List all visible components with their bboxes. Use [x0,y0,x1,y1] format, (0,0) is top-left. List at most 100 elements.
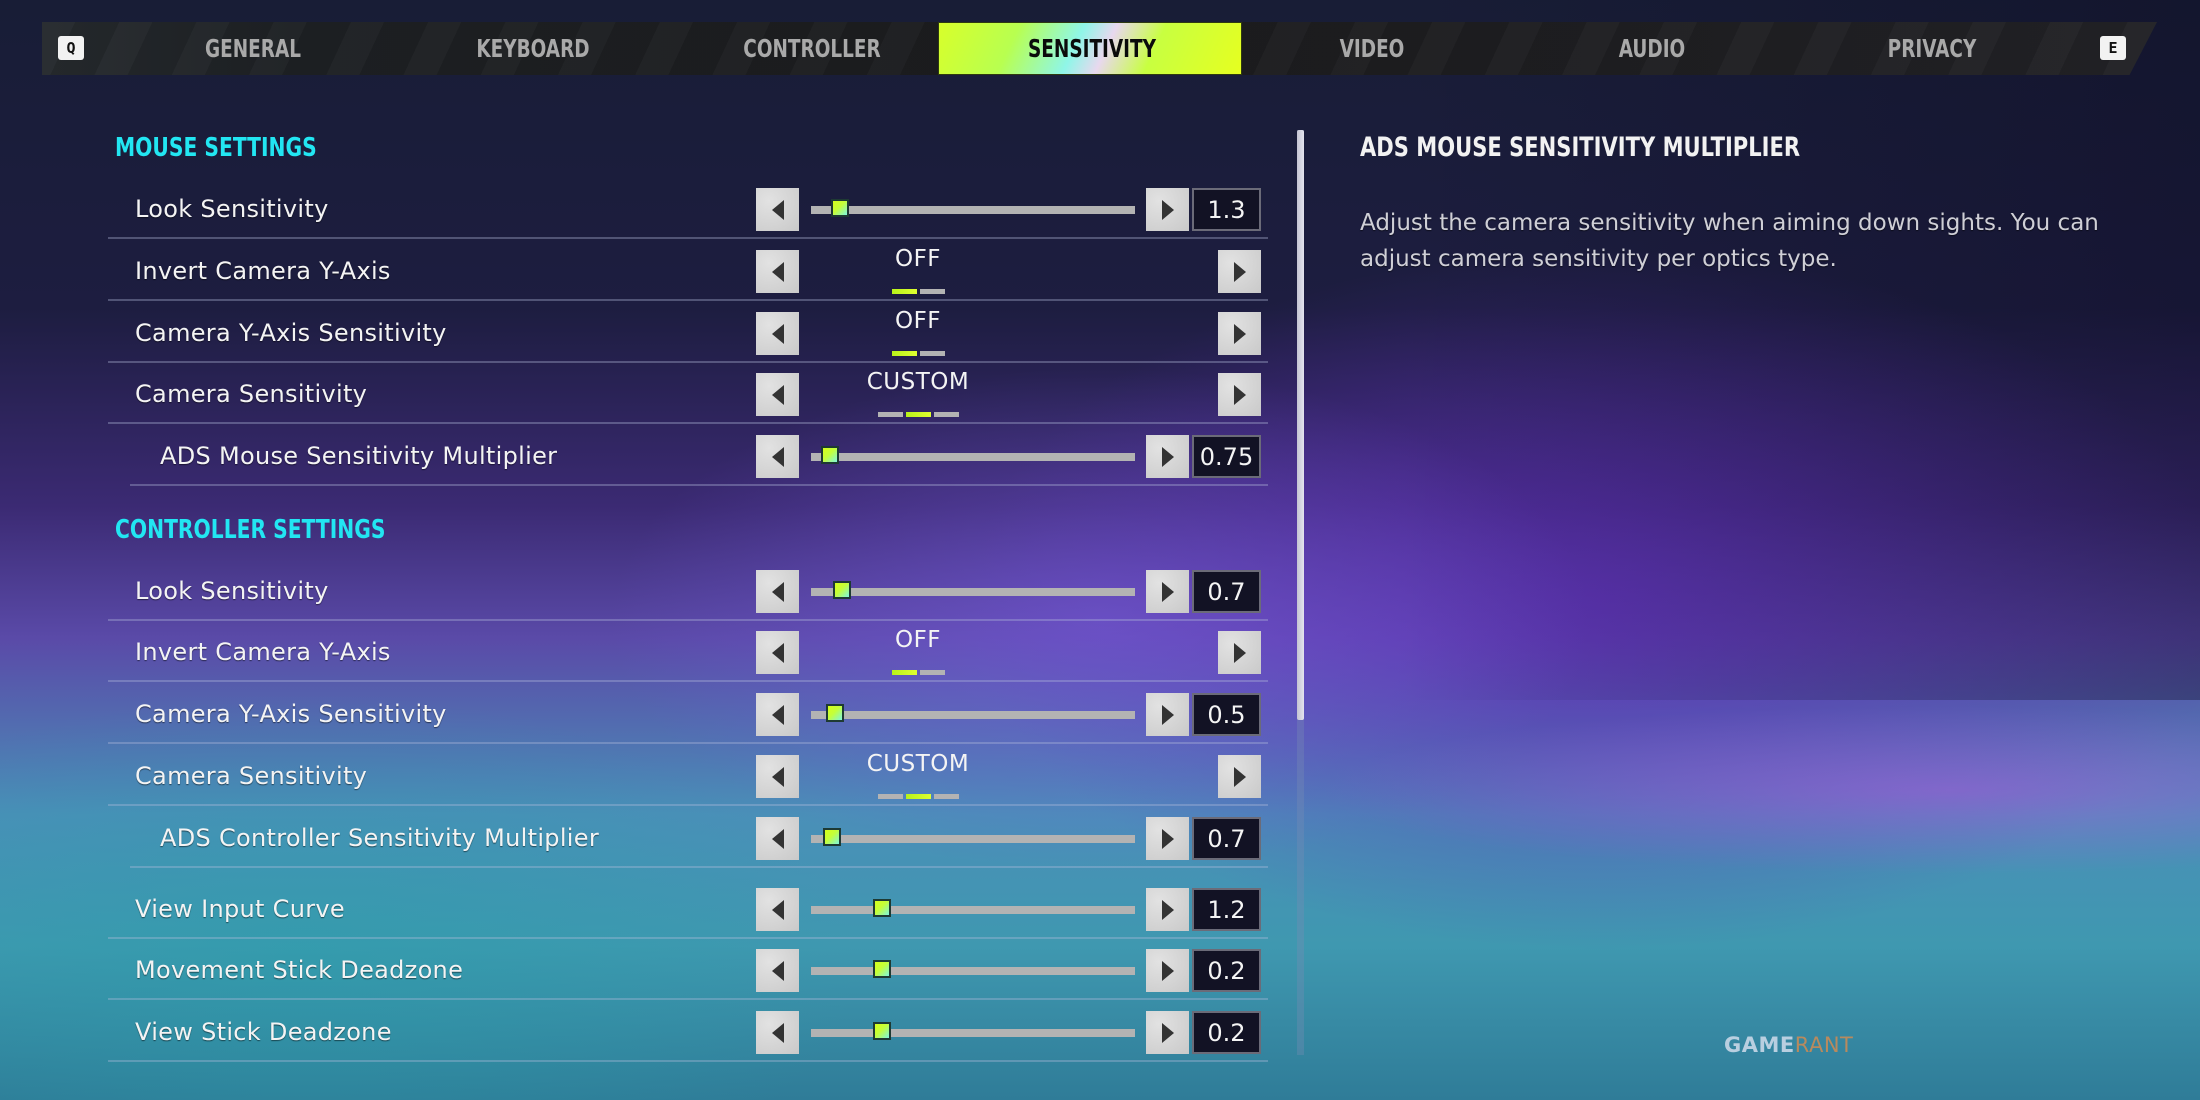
tab-privacy[interactable]: PRIVACY [1817,22,2047,75]
option-selector: OFF [698,246,1138,294]
setting-row[interactable]: View Input Curve 1.2 [108,878,1268,939]
decrease-button[interactable] [756,435,799,478]
decrease-button[interactable] [756,693,799,736]
row-divider [108,237,1268,239]
setting-label: Invert Camera Y-Axis [135,637,391,666]
arrow-right-icon [1161,581,1174,602]
increase-button[interactable] [1146,188,1189,231]
option-indicator-pip [891,289,917,294]
next-option-button[interactable] [1218,373,1261,416]
option-indicators [698,412,1138,417]
next-option-button[interactable] [1218,631,1261,674]
decrease-button[interactable] [756,817,799,860]
arrow-left-icon [771,960,784,981]
slider-track[interactable] [811,199,1135,217]
setting-row[interactable]: View Stick Deadzone 0.2 [108,1001,1268,1062]
slider-thumb[interactable] [826,704,845,722]
arrow-right-icon [1161,199,1174,220]
next-tab-key-hint[interactable]: E [2100,36,2126,60]
setting-label: ADS Mouse Sensitivity Multiplier [160,441,558,470]
setting-label: Camera Y-Axis Sensitivity [135,699,447,728]
scrollbar-thumb[interactable] [1297,130,1304,720]
arrow-left-icon [771,899,784,920]
slider-thumb[interactable] [873,899,892,917]
setting-row[interactable]: Camera Sensitivity CUSTOM [108,745,1268,806]
row-divider [108,998,1268,1000]
tab-keyboard[interactable]: KEYBOARD [418,22,648,75]
slider-thumb[interactable] [873,1022,892,1040]
option-value: CUSTOM [866,751,970,777]
tab-sensitivity[interactable]: SENSITIVITY [977,22,1207,75]
tab-video[interactable]: VIDEO [1257,22,1487,75]
row-divider [108,299,1268,301]
setting-label: Camera Sensitivity [135,379,368,408]
setting-label: Look Sensitivity [135,576,329,605]
row-divider [108,742,1268,744]
slider-thumb[interactable] [832,581,851,599]
setting-label: Movement Stick Deadzone [135,955,464,984]
slider-thumb[interactable] [821,446,840,464]
slider-track[interactable] [811,960,1135,978]
option-value: OFF [894,246,942,272]
setting-row[interactable]: Camera Y-Axis Sensitivity OFF [108,302,1268,363]
option-indicator-pip [877,412,903,417]
value-readout: 0.2 [1192,1011,1261,1054]
arrow-left-icon [771,704,784,725]
next-option-button[interactable] [1218,755,1261,798]
next-option-button[interactable] [1218,312,1261,355]
next-option-button[interactable] [1218,250,1261,293]
setting-row[interactable]: Movement Stick Deadzone 0.2 [108,939,1268,1000]
decrease-button[interactable] [756,1011,799,1054]
arrow-right-icon [1233,766,1246,787]
setting-row[interactable]: ADS Controller Sensitivity Multiplier 0.7 [108,807,1268,868]
decrease-button[interactable] [756,949,799,992]
setting-row[interactable]: Invert Camera Y-Axis OFF [108,621,1268,682]
setting-row[interactable]: Look Sensitivity 1.3 [108,178,1268,239]
slider-track[interactable] [811,581,1135,599]
tab-general[interactable]: GENERAL [138,22,368,75]
option-indicators [698,289,1138,294]
row-divider [130,484,1268,486]
option-indicator-pip [919,351,945,356]
decrease-button[interactable] [756,888,799,931]
setting-row[interactable]: Camera Sensitivity CUSTOM [108,363,1268,424]
slider-thumb[interactable] [873,960,892,978]
increase-button[interactable] [1146,949,1189,992]
row-divider [108,1060,1268,1062]
slider-thumb[interactable] [823,828,842,846]
setting-label: Look Sensitivity [135,194,329,223]
tab-controller[interactable]: CONTROLLER [697,22,927,75]
value-readout: 1.3 [1192,188,1261,231]
setting-label: View Input Curve [135,894,345,923]
setting-label: ADS Controller Sensitivity Multiplier [160,823,599,852]
slider-thumb[interactable] [831,199,850,217]
option-selector: CUSTOM [698,369,1138,417]
slider-track[interactable] [811,899,1135,917]
decrease-button[interactable] [756,570,799,613]
setting-row[interactable]: Camera Y-Axis Sensitivity 0.5 [108,683,1268,744]
prev-tab-key-hint[interactable]: Q [58,36,84,60]
slider-track[interactable] [811,704,1135,722]
increase-button[interactable] [1146,1011,1189,1054]
decrease-button[interactable] [756,188,799,231]
arrow-left-icon [771,199,784,220]
setting-row[interactable]: ADS Mouse Sensitivity Multiplier 0.75 [108,425,1268,486]
arrow-left-icon [771,1022,784,1043]
increase-button[interactable] [1146,817,1189,860]
slider-track[interactable] [811,828,1135,846]
option-selector: OFF [698,308,1138,356]
increase-button[interactable] [1146,570,1189,613]
setting-row[interactable]: Invert Camera Y-Axis OFF [108,240,1268,301]
slider-track[interactable] [811,1022,1135,1040]
slider-track[interactable] [811,446,1135,464]
option-indicator-pip [905,412,931,417]
tab-audio[interactable]: AUDIO [1537,22,1767,75]
option-indicators [698,351,1138,356]
increase-button[interactable] [1146,888,1189,931]
arrow-right-icon [1161,446,1174,467]
setting-row[interactable]: Look Sensitivity 0.7 [108,560,1268,621]
background-shade [1400,0,2200,700]
increase-button[interactable] [1146,435,1189,478]
setting-label: Camera Sensitivity [135,761,368,790]
increase-button[interactable] [1146,693,1189,736]
